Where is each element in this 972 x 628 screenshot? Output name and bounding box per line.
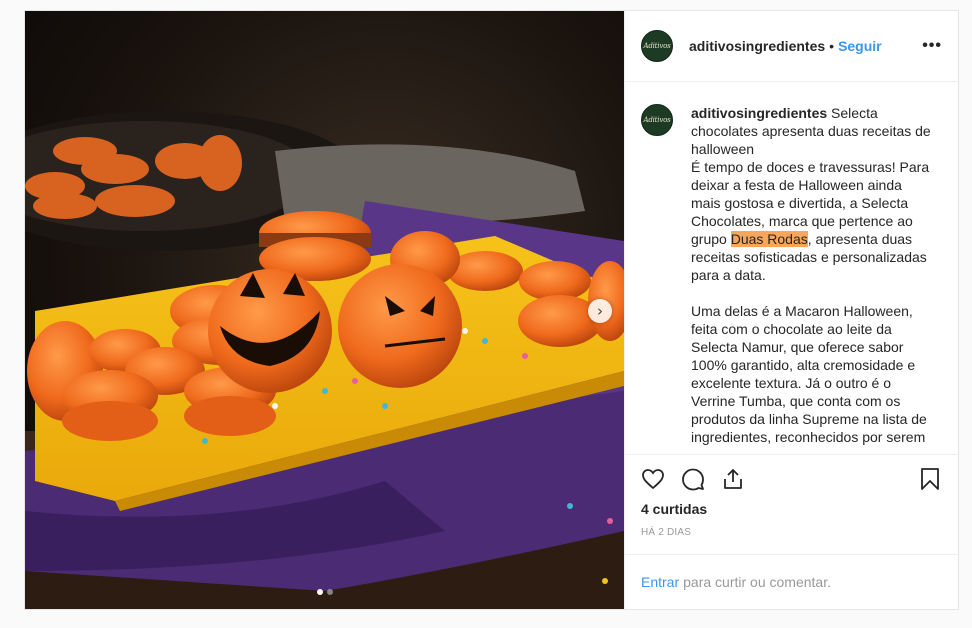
- post-date: HÁ 2 DIAS: [641, 526, 692, 538]
- avatar-logo-text: Aditivos: [643, 116, 671, 125]
- action-icons: [641, 465, 942, 493]
- likes-count[interactable]: 4 curtidas: [641, 501, 942, 517]
- avatar[interactable]: Aditivos: [641, 30, 673, 63]
- follow-button[interactable]: Seguir: [838, 38, 882, 54]
- caption-text: aditivosingredientes Selecta chocolates …: [691, 104, 933, 446]
- next-slide-button[interactable]: ›: [588, 299, 612, 323]
- share-icon[interactable]: [721, 467, 745, 491]
- carousel-indicator: [25, 589, 624, 595]
- post-sidebar: Aditivos aditivosingredientes • Seguir •…: [624, 11, 958, 609]
- highlighted-text: Duas Rodas: [730, 231, 808, 248]
- avatar-logo-text: Aditivos: [643, 42, 671, 51]
- username-link[interactable]: aditivosingredientes: [689, 38, 825, 54]
- instagram-post: › Aditivos aditivosingredientes • Seguir…: [24, 10, 959, 610]
- chevron-right-icon: ›: [597, 302, 603, 320]
- comment-prompt-text: para curtir ou comentar.: [683, 573, 831, 590]
- carousel-dot-active: [316, 589, 323, 595]
- post-image[interactable]: ›: [25, 11, 624, 609]
- bookmark-icon[interactable]: [918, 467, 942, 491]
- comment-icon[interactable]: [681, 467, 705, 491]
- caption-paragraph-2: Uma delas é a Macaron Halloween, feita c…: [691, 303, 927, 446]
- post-actions: 4 curtidas HÁ 2 DIAS: [625, 453, 958, 538]
- caption-avatar[interactable]: Aditivos: [641, 104, 673, 137]
- more-options-icon[interactable]: •••: [922, 37, 942, 55]
- caption: Aditivos aditivosingredientes Selecta ch…: [641, 104, 942, 446]
- caption-username-link[interactable]: aditivosingredientes: [691, 105, 827, 121]
- heart-icon[interactable]: [641, 467, 665, 491]
- comment-prompt: Entrar para curtir ou comentar.: [625, 553, 958, 609]
- login-link[interactable]: Entrar: [641, 574, 679, 590]
- separator-dot: •: [829, 38, 835, 55]
- carousel-dot: [326, 589, 333, 595]
- caption-area[interactable]: Aditivos aditivosingredientes Selecta ch…: [625, 82, 958, 454]
- halloween-macarons-photo: [25, 111, 624, 609]
- post-header: Aditivos aditivosingredientes • Seguir •…: [625, 11, 958, 83]
